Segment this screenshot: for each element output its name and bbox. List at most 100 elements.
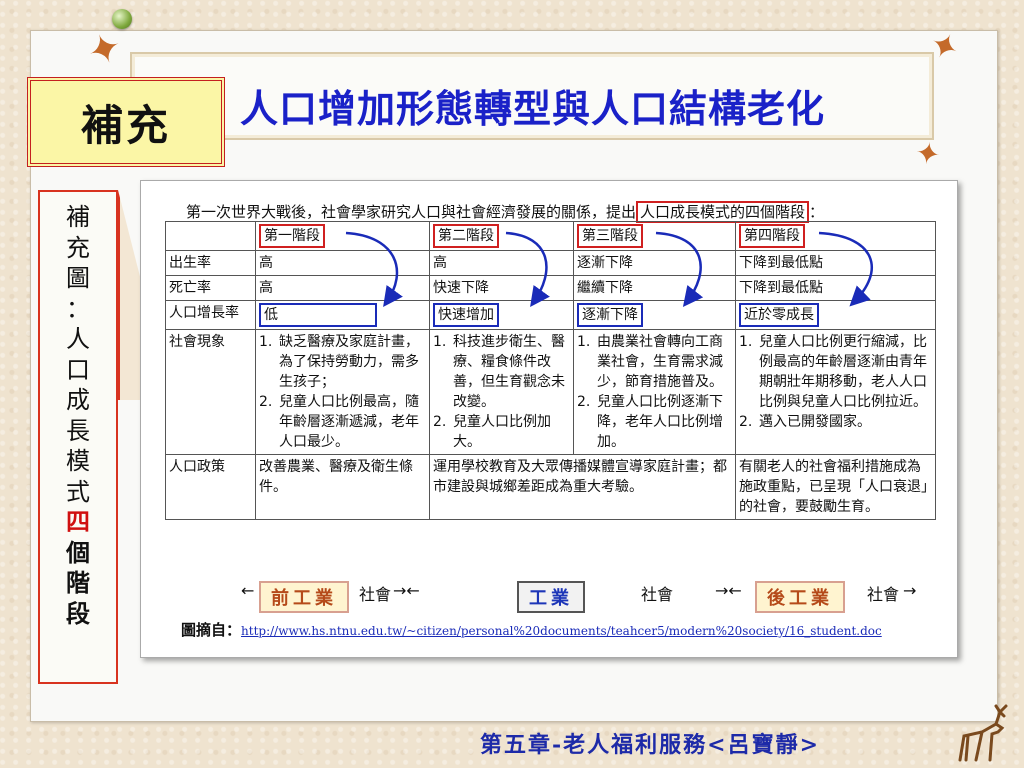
list-item: 1. 由農業社會轉向工商業社會，生育需求減少，節育措施普及。 <box>577 332 732 392</box>
side-char: 個 <box>66 537 90 567</box>
growth-value: 快速增加 <box>433 303 499 327</box>
arrow-pair-icon: →← <box>393 581 420 600</box>
deer-icon <box>958 704 1008 762</box>
table-cell: 第四階段 <box>735 221 936 251</box>
table-row: 第一階段 第二階段 第三階段 第四階段 <box>165 221 936 251</box>
maple-leaf-icon: ✦ <box>912 135 944 174</box>
social-text: 兒童人口比例更行縮減，比例最高的年齡層逐漸由青年期朝壯年期移動，老人人口比例與兒… <box>759 334 927 410</box>
social-text: 兒童人口比例加大。 <box>453 414 551 450</box>
table-row: 人口政策 改善農業、醫療及衛生條件。 運用學校教育及大眾傳播媒體宣導家庭計畫；都… <box>165 454 936 520</box>
side-char: 四 <box>66 507 90 536</box>
side-char: ： <box>66 294 90 323</box>
table-cell: 近於零成長 <box>735 300 936 330</box>
list-item: 2. 兒童人口比例最高，隨年齡層逐漸遞減，老年人口最少。 <box>259 392 426 452</box>
side-char: 段 <box>66 598 90 628</box>
social-list: 1. 缺乏醫療及家庭計畫，為了保持勞動力，需多生孩子； 2. 兒童人口比例最高，隨年… <box>259 332 426 452</box>
society-label: 社會 <box>641 585 674 604</box>
row-label: 人口政策 <box>165 454 256 520</box>
society-label: 社會 <box>867 585 900 604</box>
list-item: 2. 邁入已開發國家。 <box>739 414 871 430</box>
table-cell: 運用學校教育及大眾傳播媒體宣導家庭計畫；都市建設與城鄉差距成為重大考驗。 <box>429 454 736 520</box>
post-industrial-tag: 後工業 <box>755 581 845 613</box>
growth-value: 逐漸下降 <box>577 303 643 327</box>
intro-suffix: ： <box>809 203 825 221</box>
population-stage-figure: 第一次世界大戰後，社會學家研究人口與社會經濟發展的關係，提出 人口成長模式的四個階… <box>140 180 958 658</box>
side-char: 人 <box>66 325 90 353</box>
pushpin-icon <box>112 9 132 29</box>
table-cell: 下降到最低點 <box>735 275 936 301</box>
side-char: 口 <box>66 355 90 384</box>
table-cell: 下降到最低點 <box>735 250 936 276</box>
table-cell: 1. 缺乏醫療及家庭計畫，為了保持勞動力，需多生孩子； 2. 兒童人口比例最高，隨年… <box>255 329 430 455</box>
source-link[interactable]: http://www.hs.ntnu.edu.tw/~citizen/perso… <box>241 624 882 638</box>
table-cell: 快速下降 <box>429 275 574 301</box>
table-cell: 1. 兒童人口比例更行縮減，比例最高的年齡層逐漸由青年期朝壯年期移動，老人人口比例… <box>735 329 936 455</box>
table-cell: 第二階段 <box>429 221 574 251</box>
list-item: 1. 兒童人口比例更行縮減，比例最高的年齡層逐漸由青年期朝壯年期移動，老人人口比例… <box>739 332 932 412</box>
table-row: 社會現象 1. 缺乏醫療及家庭計畫，為了保持勞動力，需多生孩子； 2. 兒童人口比例… <box>165 329 936 455</box>
social-text: 兒童人口比例最高，隨年齡層逐漸遞減，老年人口最少。 <box>279 394 419 450</box>
table-cell: 高 <box>255 250 430 276</box>
row-label: 死亡率 <box>165 275 256 301</box>
society-label: 社會 <box>359 585 392 604</box>
table-cell: 高 <box>255 275 430 301</box>
intro-text: 第一次世界大戰後，社會學家研究人口與社會經濟發展的關係，提出 <box>186 203 637 221</box>
left-arrow-icon: ← <box>241 581 255 600</box>
row-label: 社會現象 <box>165 329 256 455</box>
table-cell: 快速增加 <box>429 300 574 330</box>
side-char: 模 <box>66 447 90 475</box>
side-char: 圖 <box>66 264 90 292</box>
side-char: 充 <box>66 233 90 262</box>
stage-table: 第一階段 第二階段 第三階段 第四階段 出生率 高 高 逐漸下降 下降到最低點 … <box>165 221 936 520</box>
table-cell: 繼續下降 <box>573 275 736 301</box>
social-text: 兒童人口比例逐漸下降，老年人口比例增加。 <box>597 394 723 450</box>
intro-highlight: 人口成長模式的四個階段 <box>636 201 810 223</box>
stage-label: 第四階段 <box>739 224 805 248</box>
table-cell: 1. 科技進步衛生、醫療、糧食條件改善，但生育觀念未改變。 2. 兒童人口比例加大。 <box>429 329 574 455</box>
social-text: 科技進步衛生、醫療、糧食條件改善，但生育觀念未改變。 <box>453 334 565 410</box>
pre-industrial-tag: 前工業 <box>259 581 349 613</box>
social-list: 1. 由農業社會轉向工商業社會，生育需求減少，節育措施普及。 2. 兒童人口比例逐漸… <box>577 332 732 452</box>
social-list: 1. 科技進步衛生、醫療、糧食條件改善，但生育觀念未改變。 2. 兒童人口比例加大。 <box>433 332 570 452</box>
table-row: 出生率 高 高 逐漸下降 下降到最低點 <box>165 250 936 276</box>
table-cell: 1. 由農業社會轉向工商業社會，生育需求減少，節育措施普及。 2. 兒童人口比例逐漸… <box>573 329 736 455</box>
table-cell: 第一階段 <box>255 221 430 251</box>
table-cell: 低 <box>255 300 430 330</box>
list-item: 1. 科技進步衛生、醫療、糧食條件改善，但生育觀念未改變。 <box>433 332 570 412</box>
side-char: 長 <box>66 416 90 445</box>
list-item: 1. 缺乏醫療及家庭計畫，為了保持勞動力，需多生孩子； <box>259 332 426 392</box>
social-text: 邁入已開發國家。 <box>759 414 871 430</box>
table-cell: 高 <box>429 250 574 276</box>
side-char: 階 <box>66 568 90 597</box>
source-label: 圖摘自： <box>181 621 242 639</box>
right-arrow-icon: → <box>903 581 917 600</box>
row-label: 出生率 <box>165 250 256 276</box>
table-cell: 逐漸下降 <box>573 300 736 330</box>
side-caption: 補 充 圖 ： 人 口 成 長 模 式 四 個 階 段 <box>38 190 118 684</box>
growth-value: 近於零成長 <box>739 303 819 327</box>
figure-source: 圖摘自：http://www.hs.ntnu.edu.tw/~citizen/p… <box>181 619 882 640</box>
table-row: 人口增長率 低 快速增加 逐漸下降 近於零成長 <box>165 300 936 330</box>
side-char: 式 <box>66 477 90 506</box>
figure-intro: 第一次世界大戰後，社會學家研究人口與社會經濟發展的關係，提出 人口成長模式的四個階… <box>186 201 956 223</box>
growth-value: 低 <box>259 303 377 327</box>
arrow-pair-icon: →← <box>715 581 742 600</box>
social-text: 缺乏醫療及家庭計畫，為了保持勞動力，需多生孩子； <box>279 334 419 390</box>
social-list: 1. 兒童人口比例更行縮減，比例最高的年齡層逐漸由青年期朝壯年期移動，老人人口比例… <box>739 332 932 432</box>
table-cell: 改善農業、醫療及衛生條件。 <box>255 454 430 520</box>
footer-chapter: 第五章-老人福利服務<呂寶靜> <box>480 732 820 758</box>
table-cell: 有關老人的社會福利措施成為施政重點，已呈現「人口衰退」的社會，要鼓勵生育。 <box>735 454 936 520</box>
table-cell: 逐漸下降 <box>573 250 736 276</box>
row-label: 人口增長率 <box>165 300 256 330</box>
list-item: 2. 兒童人口比例加大。 <box>433 412 570 452</box>
table-cell: 第三階段 <box>573 221 736 251</box>
stage-label: 第一階段 <box>259 224 325 248</box>
side-char: 補 <box>66 203 90 231</box>
side-char: 成 <box>66 386 90 414</box>
table-row: 死亡率 高 快速下降 繼續下降 下降到最低點 <box>165 275 936 301</box>
list-item: 2. 兒童人口比例逐漸下降，老年人口比例增加。 <box>577 392 732 452</box>
table-cell <box>165 221 256 251</box>
industrial-tag: 工業 <box>517 581 585 613</box>
stage-label: 第三階段 <box>577 224 643 248</box>
supplement-badge: 補充 <box>27 77 225 167</box>
